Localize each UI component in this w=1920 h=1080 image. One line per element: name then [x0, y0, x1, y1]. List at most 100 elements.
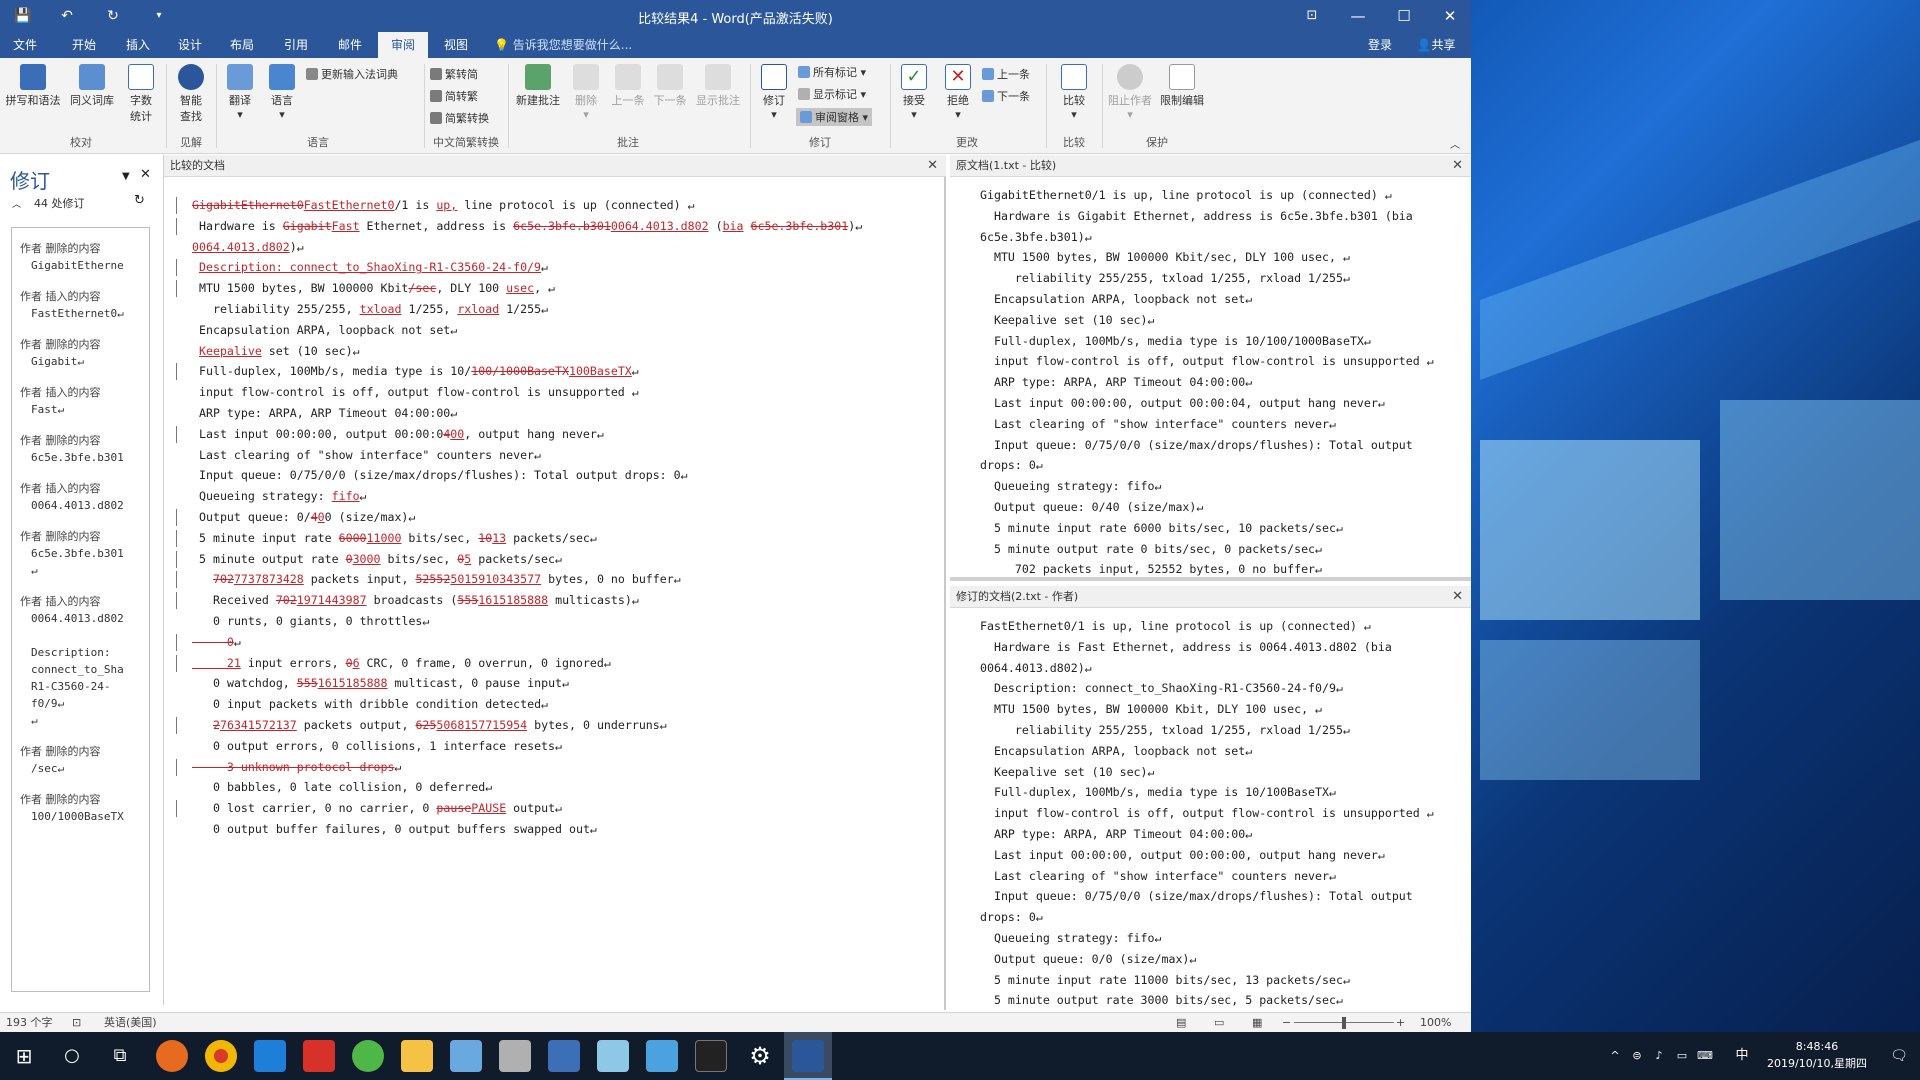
zoom-in-button[interactable]: + [1396, 1013, 1405, 1032]
tell-me-box[interactable]: 💡 告诉我您想要做什么... [494, 32, 654, 58]
revision-content: Gigabit↵ [31, 355, 84, 368]
search-button[interactable]: ○ [48, 1032, 96, 1080]
track-changes-button[interactable]: 修订 ▾ [754, 64, 794, 121]
previous-comment-button[interactable]: 上一条 [608, 64, 648, 108]
ribbon-display-options-icon[interactable]: ⊡ [1289, 0, 1335, 32]
revision-item[interactable]: 作者 插入的内容 0064.4013.d802 Description: conn… [12, 593, 149, 729]
network-icon[interactable]: ⊜ [1628, 1032, 1646, 1080]
word-count-status[interactable]: 193 个字 [6, 1013, 53, 1032]
spelling-grammar-button[interactable]: 拼写和语法 [2, 64, 64, 108]
reject-button[interactable]: ✕ 拒绝 ▾ [938, 64, 978, 121]
traditional-to-simplified-button[interactable]: 繁转简 [430, 66, 478, 82]
revision-item[interactable]: 作者 删除的内容 GigabitEtherne [12, 240, 149, 274]
restrict-editing-button[interactable]: 限制编辑 [1156, 64, 1208, 108]
read-mode-icon[interactable]: ▤ [1176, 1013, 1186, 1032]
text-run: 0 (size/max)↵ [324, 509, 416, 524]
maximize-button[interactable]: ☐ [1381, 0, 1427, 32]
markup-display-select[interactable]: 所有标记 ▾ [798, 64, 866, 80]
app-icon[interactable] [548, 1040, 580, 1072]
task-view-button[interactable]: ⧉ [96, 1032, 144, 1080]
delete-comment-button[interactable]: 删除 ▾ [566, 64, 606, 121]
revision-item[interactable]: 作者 删除的内容 Gigabit↵ [12, 336, 149, 370]
tab-home[interactable]: 开始 [64, 32, 104, 58]
revision-item[interactable]: 作者 删除的内容/sec↵ [12, 743, 149, 777]
share-button[interactable]: 👤共享 [1408, 32, 1464, 58]
tab-view[interactable]: 视图 [436, 32, 476, 58]
tab-review[interactable]: 审阅 [378, 32, 428, 58]
compared-document[interactable]: GigabitEthernet0FastEthernet0/1 is up, l… [164, 177, 946, 1010]
revised-close-icon[interactable]: ✕ [1452, 586, 1463, 608]
zoom-level[interactable]: 100% [1420, 1013, 1451, 1032]
next-comment-button[interactable]: 下一条 [650, 64, 690, 108]
revision-item[interactable]: 作者 插入的内容 FastEthernet0↵ [12, 288, 149, 322]
next-change-button[interactable]: 下一条 [982, 88, 1030, 104]
volume-icon[interactable]: ♪ [1650, 1032, 1668, 1080]
zoom-slider-thumb[interactable] [1342, 1017, 1346, 1029]
compare-button[interactable]: 比较 ▾ [1052, 64, 1096, 121]
app-icon[interactable] [352, 1040, 384, 1072]
app-icon[interactable] [646, 1040, 678, 1072]
revision-item[interactable]: 作者 插入的内容 Fast↵ [12, 384, 149, 418]
revisions-close-icon[interactable]: ✕ [140, 167, 151, 182]
word-count-button[interactable]: 字数 统计 [122, 64, 160, 124]
collapse-summary-icon[interactable]: ︿ [12, 197, 21, 210]
revisions-options-icon[interactable]: ▼ [122, 171, 130, 182]
smart-lookup-button[interactable]: 智能 查找 [170, 64, 212, 124]
block-authors-button[interactable]: 阻止作者 ▾ [1106, 64, 1154, 121]
terminal-icon[interactable] [695, 1040, 727, 1072]
start-button[interactable]: ⊞ [0, 1032, 48, 1080]
notification-icon[interactable]: 🗨 [1884, 1032, 1914, 1080]
simplified-to-traditional-button[interactable]: 简转繁 [430, 88, 478, 104]
tab-design[interactable]: 设计 [170, 32, 210, 58]
revised-document[interactable]: FastEthernet0/1 is up, line protocol is … [950, 608, 1471, 1012]
language-button[interactable]: 语言 ▾ [262, 64, 302, 121]
tab-layout[interactable]: 布局 [222, 32, 262, 58]
print-layout-icon[interactable]: ▭ [1214, 1013, 1224, 1032]
show-markup-button[interactable]: 显示标记 ▾ [798, 86, 866, 102]
thesaurus-button[interactable]: 同义词库 [66, 64, 118, 108]
keyboard-icon[interactable]: ⌨ [1694, 1032, 1716, 1080]
new-comment-button[interactable]: 新建批注 [512, 64, 564, 108]
show-hidden-icons[interactable]: ^ [1606, 1032, 1624, 1080]
login-button[interactable]: 登录 [1360, 32, 1400, 58]
tab-insert[interactable]: 插入 [118, 32, 158, 58]
refresh-icon[interactable]: ↻ [134, 193, 145, 208]
settings-icon[interactable]: ⚙ [744, 1040, 776, 1072]
web-layout-icon[interactable]: ▦ [1252, 1013, 1262, 1032]
chinese-conversion-button[interactable]: 简繁转换 [430, 110, 489, 126]
tab-references[interactable]: 引用 [276, 32, 316, 58]
ime-indicator[interactable]: 中 [1732, 1032, 1752, 1080]
app-icon[interactable] [450, 1040, 482, 1072]
show-comments-button[interactable]: 显示批注 [692, 64, 744, 108]
minimize-button[interactable]: — [1335, 0, 1381, 32]
revision-item[interactable]: 作者 删除的内容 6c5e.3bfe.b301 ↵ [12, 528, 149, 579]
update-ime-dictionary-button[interactable]: 更新输入法词典 [306, 66, 398, 82]
firefox-icon[interactable] [156, 1040, 188, 1072]
accept-button[interactable]: ✓ 接受 ▾ [894, 64, 934, 121]
app-icon[interactable] [597, 1040, 629, 1072]
word-taskbar-button[interactable] [784, 1032, 832, 1080]
file-explorer-icon[interactable] [401, 1040, 433, 1072]
collapse-ribbon-icon[interactable]: ︿ [1448, 136, 1462, 151]
zoom-out-button[interactable]: − [1282, 1013, 1291, 1032]
battery-icon[interactable]: ▭ [1672, 1032, 1692, 1080]
app-icon[interactable] [499, 1040, 531, 1072]
translate-button[interactable]: 翻译 ▾ [220, 64, 260, 121]
reviewing-pane-button[interactable]: 审阅窗格 ▾ [796, 108, 873, 126]
previous-change-button[interactable]: 上一条 [982, 66, 1030, 82]
compared-close-icon[interactable]: ✕ [927, 155, 938, 177]
chrome-icon[interactable] [205, 1040, 237, 1072]
close-button[interactable]: ✕ [1427, 0, 1471, 32]
language-status[interactable]: 英语(美国) [104, 1013, 157, 1032]
clock[interactable]: 8:48:46 2019/10/10,星期四 [1756, 1038, 1878, 1072]
original-close-icon[interactable]: ✕ [1452, 155, 1463, 177]
original-document[interactable]: GigabitEthernet0/1 is up, line protocol … [950, 177, 1471, 581]
tab-mailings[interactable]: 邮件 [330, 32, 370, 58]
revision-item[interactable]: 作者 插入的内容 0064.4013.d802 [12, 480, 149, 514]
edge-icon[interactable] [254, 1040, 286, 1072]
app-icon[interactable] [303, 1040, 335, 1072]
proofing-status-icon[interactable]: ⊡ [72, 1013, 81, 1032]
tab-file[interactable]: 文件 [6, 32, 44, 58]
revision-item[interactable]: 作者 删除的内容 6c5e.3bfe.b301 [12, 432, 149, 466]
revision-item[interactable]: 作者 删除的内容 100/1000BaseTX [12, 791, 149, 825]
